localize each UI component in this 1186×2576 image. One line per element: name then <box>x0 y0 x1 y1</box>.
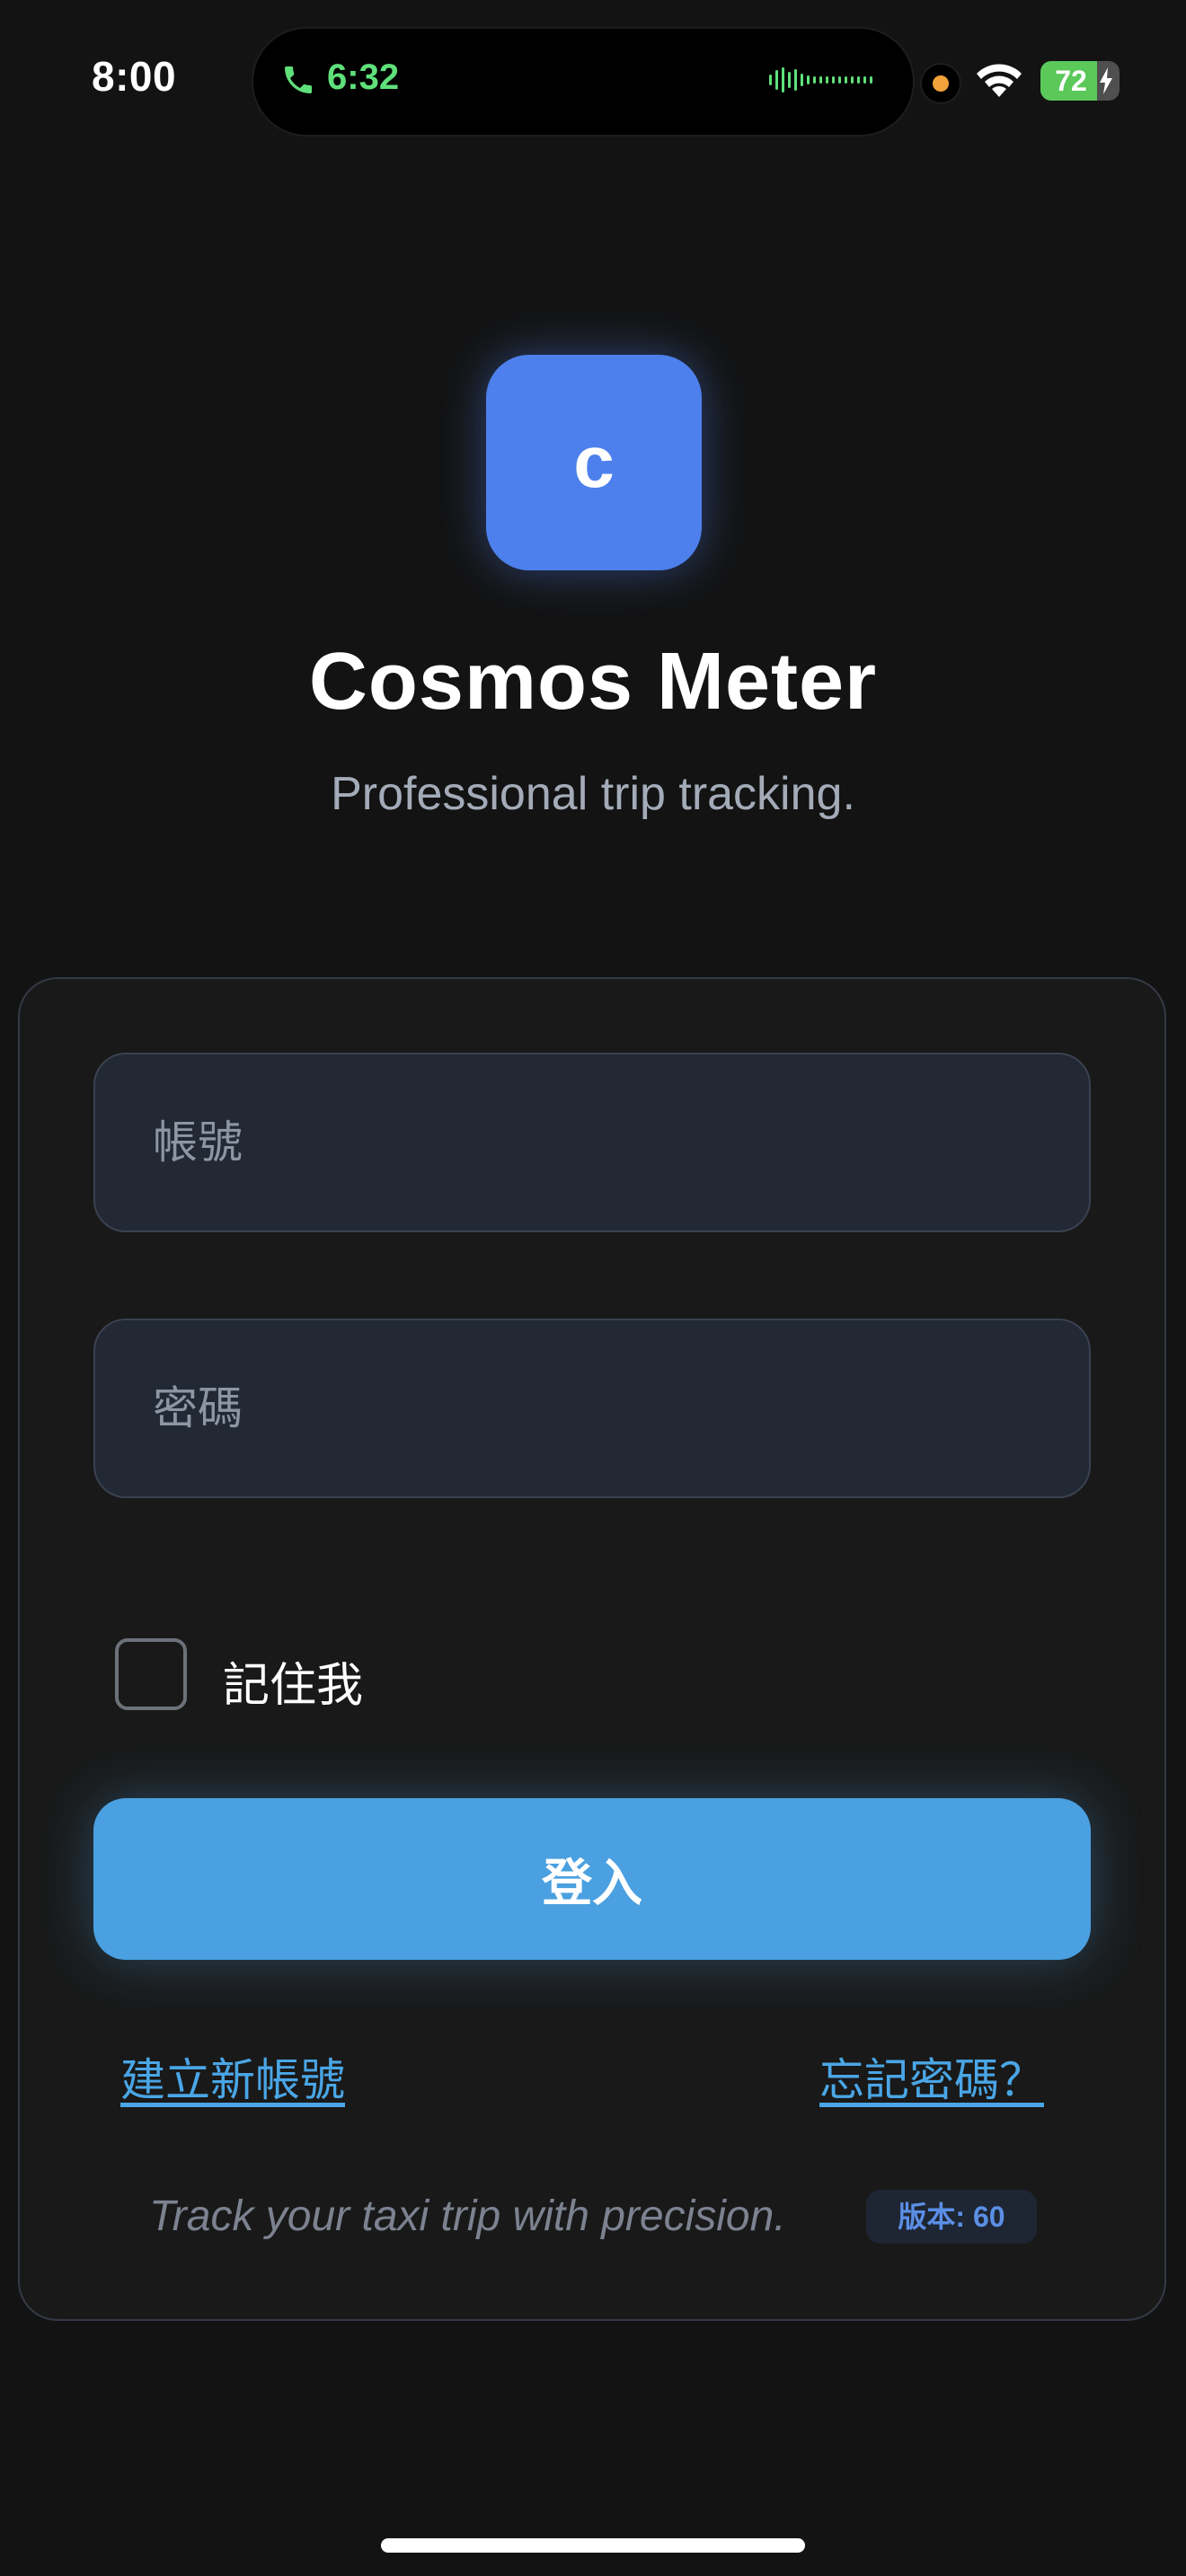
audio-waveform-icon <box>769 66 872 93</box>
forgot-password-link[interactable]: 忘記密碼？ <box>819 2044 1044 2109</box>
username-input[interactable] <box>93 1053 1091 1232</box>
microphone-indicator-icon <box>933 75 949 92</box>
battery-icon: 72 <box>1040 61 1120 101</box>
app-title: Cosmos Meter <box>308 637 878 727</box>
create-account-link[interactable]: 建立新帳號 <box>120 2044 345 2109</box>
version-badge: 版本: 60 <box>866 2190 1037 2244</box>
tagline: Track your taxi trip with precision. <box>149 2192 786 2240</box>
remember-me-checkbox[interactable] <box>115 1638 187 1710</box>
wifi-icon <box>977 64 1022 97</box>
home-indicator[interactable] <box>381 2538 805 2553</box>
login-button[interactable]: 登入 <box>93 1798 1091 1960</box>
app-subtitle: Professional trip tracking. <box>331 768 855 820</box>
phone-icon <box>285 66 312 93</box>
battery-percent: 72 <box>1055 65 1087 97</box>
status-bar-time: 8:00 <box>92 53 177 100</box>
remember-me-label[interactable]: 記住我 <box>223 1647 363 1715</box>
charging-bolt-icon <box>1100 67 1112 94</box>
app-logo: c <box>486 355 702 570</box>
call-duration: 6:32 <box>327 57 400 97</box>
password-input[interactable] <box>93 1319 1091 1498</box>
